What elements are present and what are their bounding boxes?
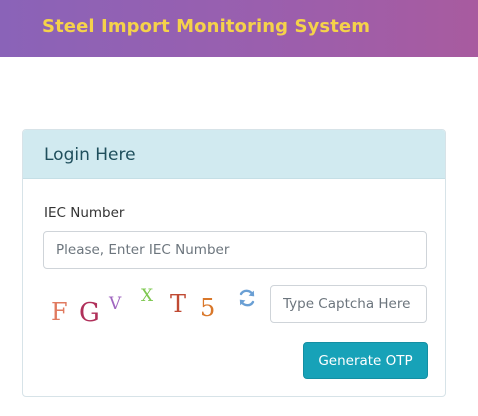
login-card-header: Login Here [23, 130, 445, 179]
captcha-input[interactable] [270, 285, 427, 323]
login-title: Login Here [44, 145, 136, 165]
iec-label: IEC Number [44, 205, 125, 221]
captcha-char: V [109, 294, 122, 314]
captcha-char: 5 [200, 294, 216, 322]
captcha-char: X [141, 286, 154, 306]
captcha-char: T [170, 290, 187, 318]
login-card: Login Here IEC Number F G V X T 5 Genera… [22, 129, 446, 397]
app-title: Steel Import Monitoring System [42, 16, 371, 37]
generate-otp-button[interactable]: Generate OTP [303, 342, 428, 379]
top-header: Steel Import Monitoring System [0, 0, 478, 57]
captcha-image: F G V X T 5 [49, 280, 229, 330]
iec-number-input[interactable] [43, 231, 427, 269]
refresh-icon[interactable] [237, 288, 257, 308]
captcha-char: G [79, 298, 100, 328]
captcha-char: F [51, 298, 68, 326]
